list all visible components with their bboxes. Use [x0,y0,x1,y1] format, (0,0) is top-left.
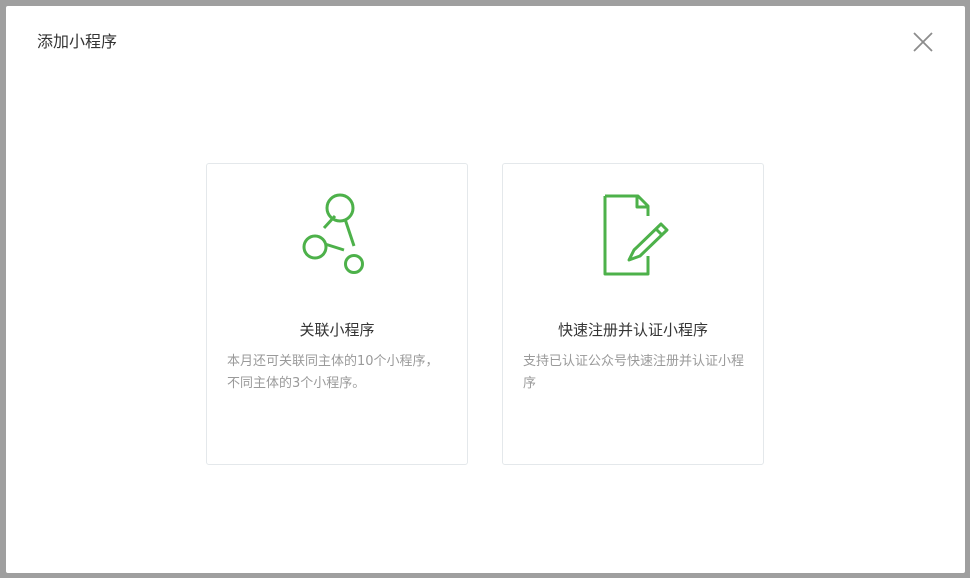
close-button[interactable] [909,28,937,56]
quick-register-card[interactable]: 快速注册并认证小程序 支持已认证公众号快速注册并认证小程序 [502,163,764,465]
close-icon [913,32,933,52]
card-title: 快速注册并认证小程序 [557,321,708,339]
link-mini-program-card[interactable]: 关联小程序 本月还可关联同主体的10个小程序，不同主体的3个小程序。 [206,163,468,465]
document-edit-icon [603,194,669,276]
card-description: 本月还可关联同主体的10个小程序，不同主体的3个小程序。 [227,354,439,391]
add-mini-program-dialog: 添加小程序 关联小程序 本月还可关联同主体的10个小程序，不同主体的3个小程序。 [6,6,965,573]
card-description: 支持已认证公众号快速注册并认证小程序 [523,354,745,391]
link-network-icon [302,193,364,274]
dialog-title: 添加小程序 [37,32,118,51]
card-title: 关联小程序 [299,321,375,339]
